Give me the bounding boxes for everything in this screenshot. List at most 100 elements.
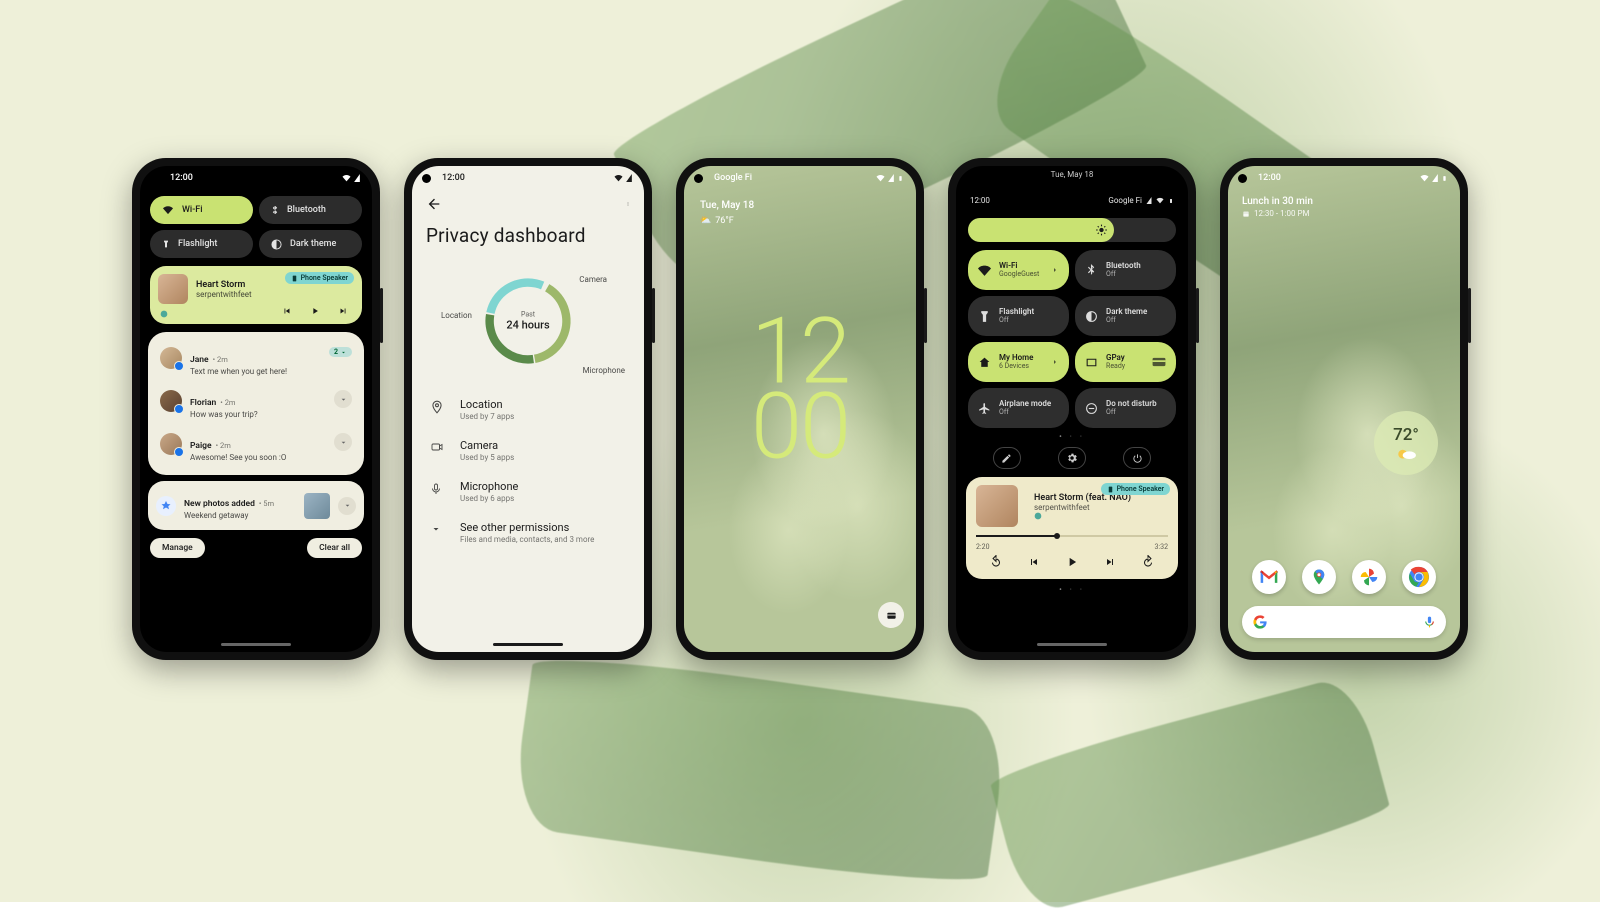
- photos-app[interactable]: [1352, 560, 1386, 594]
- home-indicator[interactable]: [1037, 643, 1107, 646]
- tile-title: Bluetooth: [1106, 262, 1141, 271]
- front-camera: [1238, 174, 1247, 183]
- back-icon[interactable]: [426, 196, 442, 212]
- search-bar[interactable]: [1242, 606, 1446, 638]
- conversation-notification[interactable]: Jane• 2m Text me when you get here! 2: [156, 340, 356, 383]
- lockscreen-clock: 1200: [751, 314, 849, 465]
- next-icon[interactable]: [1104, 556, 1116, 568]
- qs-tile-airplane-mode[interactable]: Airplane modeOff: [968, 388, 1069, 428]
- count-badge[interactable]: 2: [329, 347, 352, 357]
- prev-icon[interactable]: [1028, 556, 1040, 568]
- time-total: 3:32: [1155, 543, 1169, 551]
- power-button[interactable]: [1123, 447, 1151, 469]
- tile-subtitle: Off: [999, 316, 1034, 324]
- weather-widget[interactable]: 72°: [1374, 411, 1438, 475]
- status-icons: [342, 174, 360, 182]
- maps-app[interactable]: [1302, 560, 1336, 594]
- qs-label: Flashlight: [178, 239, 217, 249]
- status-time: 12:00: [442, 173, 465, 183]
- output-chip[interactable]: Phone Speaker: [1101, 483, 1170, 495]
- mic-icon[interactable]: [1423, 614, 1436, 630]
- play-icon[interactable]: [310, 306, 320, 316]
- front-camera: [966, 174, 975, 183]
- chrome-app[interactable]: [1402, 560, 1436, 594]
- tile-subtitle: Off: [1106, 270, 1141, 278]
- bluetooth-icon: [1085, 264, 1098, 277]
- qs-tile-bluetooth[interactable]: BluetoothOff: [1075, 250, 1176, 290]
- permission-location[interactable]: LocationUsed by 7 apps: [412, 389, 644, 430]
- photo-thumbnail: [304, 493, 330, 519]
- wallet-icon: [885, 610, 898, 621]
- flashlight-icon: [978, 310, 991, 323]
- location-icon: [430, 398, 446, 414]
- calendar-icon: [1242, 210, 1250, 218]
- play-icon[interactable]: [1065, 555, 1079, 569]
- home-indicator[interactable]: [221, 643, 291, 646]
- at-a-glance[interactable]: Lunch in 30 min 12:30 - 1:00 PM: [1242, 196, 1313, 218]
- tile-title: Flashlight: [999, 308, 1034, 317]
- brightness-slider[interactable]: [968, 218, 1176, 242]
- airplane-icon: [978, 402, 991, 415]
- replay-10-icon[interactable]: [989, 555, 1003, 569]
- expand-button[interactable]: [334, 390, 352, 408]
- output-chip[interactable]: Phone Speaker: [285, 272, 354, 284]
- edit-button[interactable]: [993, 447, 1021, 469]
- media-page-indicator: • · ·: [956, 585, 1188, 594]
- chevron-down-icon: [430, 521, 446, 535]
- tile-title: Do not disturb: [1106, 400, 1157, 409]
- google-icon: [1252, 614, 1268, 630]
- manage-button[interactable]: Manage: [150, 538, 205, 558]
- brightness-fill: [968, 218, 1114, 242]
- status-time: 12:00: [170, 173, 193, 183]
- qs-tile-dark-theme[interactable]: Dark themeOff: [1075, 296, 1176, 336]
- status-icons: [876, 174, 904, 183]
- qs-wifi[interactable]: Wi-Fi: [150, 196, 253, 224]
- settings-button[interactable]: [1058, 447, 1086, 469]
- overflow-icon[interactable]: [626, 196, 630, 212]
- clear-all-button[interactable]: Clear all: [307, 538, 362, 558]
- donut-label-mic: Microphone: [583, 366, 625, 375]
- photos-notification[interactable]: New photos added• 5m Weekend getaway: [148, 481, 364, 530]
- phone-lockscreen: Google Fi Tue, May 18 ⛅ 76°F 1200: [676, 158, 924, 660]
- front-camera: [422, 174, 431, 183]
- album-art: [158, 274, 188, 304]
- media-notification[interactable]: Phone Speaker Heart Storm serpentwithfee…: [150, 266, 362, 324]
- qs-flashlight[interactable]: Flashlight: [150, 230, 253, 258]
- conversation-notification[interactable]: Florian• 2m How was your trip?: [156, 383, 356, 426]
- tile-title: Dark theme: [1106, 308, 1147, 317]
- chrome-icon: [1408, 566, 1430, 588]
- qs-label: Dark theme: [290, 239, 336, 249]
- forward-10-icon[interactable]: [1141, 555, 1155, 569]
- usage-donut: Camera Microphone Location Past24 hours: [453, 261, 603, 381]
- permission-camera[interactable]: CameraUsed by 5 apps: [412, 430, 644, 471]
- media-title: Heart Storm: [196, 280, 252, 290]
- conversation-notification[interactable]: Paige• 2m Awesome! See you soon :O: [156, 426, 356, 469]
- expand-button[interactable]: [338, 497, 356, 515]
- mic-icon: [430, 480, 446, 496]
- pencil-icon: [1001, 453, 1012, 464]
- qs-dark-theme[interactable]: Dark theme: [259, 230, 362, 258]
- wallet-button[interactable]: [878, 602, 904, 628]
- prev-icon[interactable]: [282, 306, 292, 316]
- qs-tile-wi-fi[interactable]: Wi-FiGoogleGuest: [968, 250, 1069, 290]
- next-icon[interactable]: [338, 306, 348, 316]
- permission-microphone[interactable]: MicrophoneUsed by 6 apps: [412, 471, 644, 512]
- qs-bluetooth[interactable]: Bluetooth: [259, 196, 362, 224]
- qs-tile-my-home[interactable]: My Home6 Devices: [968, 342, 1069, 382]
- status-icons: [1420, 174, 1448, 183]
- donut-label-camera: Camera: [579, 275, 607, 284]
- qs-tile-do-not-disturb[interactable]: Do not disturbOff: [1075, 388, 1176, 428]
- avatar: [160, 347, 182, 369]
- gmail-app[interactable]: [1252, 560, 1286, 594]
- lockscreen-weather[interactable]: ⛅ 76°F: [700, 216, 734, 226]
- home-indicator[interactable]: [493, 643, 563, 646]
- qs-tile-flashlight[interactable]: FlashlightOff: [968, 296, 1069, 336]
- media-player[interactable]: Phone Speaker Heart Storm (feat. NAO) se…: [966, 477, 1178, 579]
- see-other-permissions[interactable]: See other permissionsFiles and media, co…: [412, 512, 644, 553]
- progress-bar[interactable]: [976, 535, 1168, 537]
- expand-button[interactable]: [334, 433, 352, 451]
- app-badge-icon: [1034, 512, 1042, 520]
- tile-subtitle: Off: [1106, 408, 1157, 416]
- qs-tile-gpay[interactable]: GPayReady: [1075, 342, 1176, 382]
- status-icons: Google Fi: [1108, 196, 1174, 205]
